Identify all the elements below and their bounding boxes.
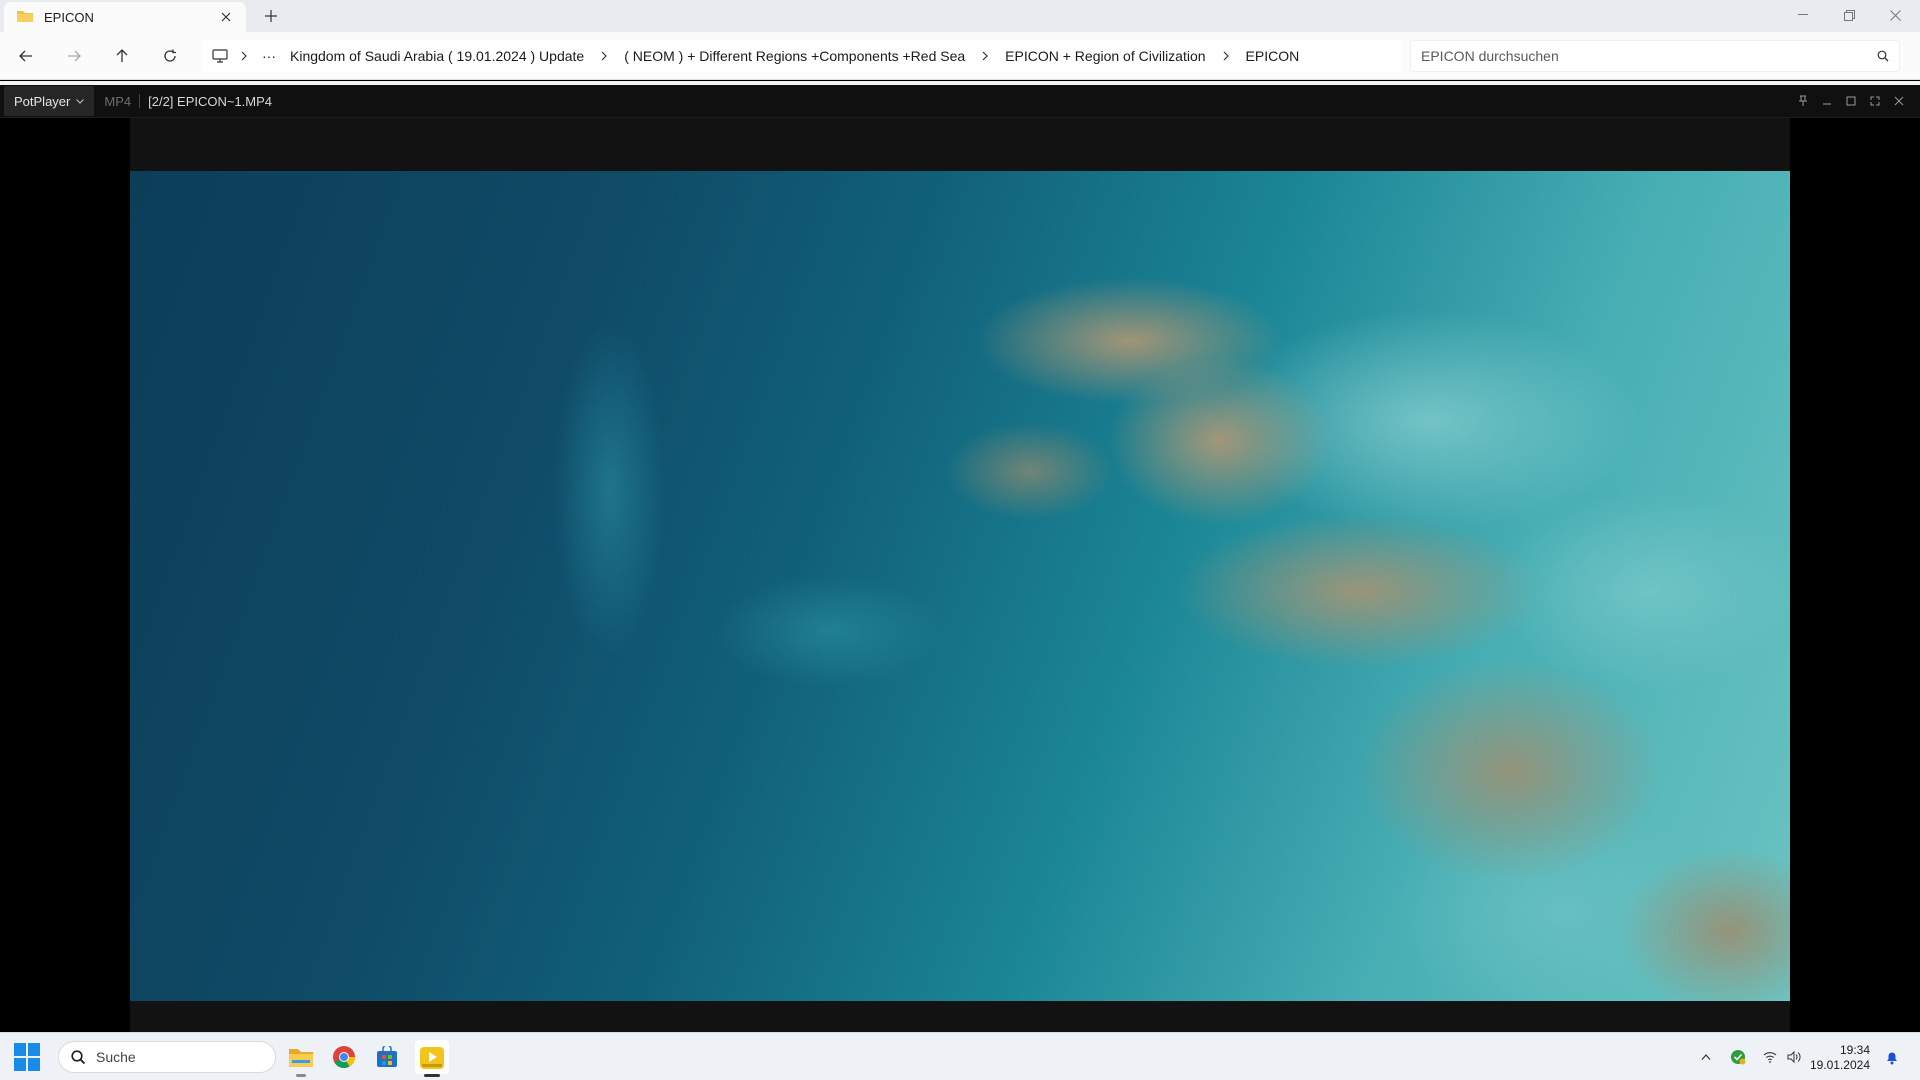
- player-maximize-icon[interactable]: [1840, 91, 1862, 111]
- close-tab-icon[interactable]: [216, 7, 236, 27]
- breadcrumb-overflow[interactable]: ···: [256, 48, 282, 64]
- chevron-right-icon[interactable]: [1214, 51, 1238, 61]
- breadcrumb-item-current[interactable]: EPICON: [1238, 48, 1308, 64]
- search-input[interactable]: [1421, 48, 1877, 64]
- show-hidden-icons-chevron-icon[interactable]: [1694, 1045, 1718, 1069]
- forward-arrow-icon[interactable]: [60, 42, 88, 70]
- start-tile: [28, 1043, 40, 1056]
- explorer-tab-strip: EPICON: [0, 0, 1920, 32]
- search-icon: [71, 1049, 86, 1065]
- running-indicator: [424, 1074, 440, 1077]
- microsoft-store-icon[interactable]: [370, 1040, 404, 1074]
- chrome-icon[interactable]: [327, 1040, 361, 1074]
- taskbar: Suche 19:34 19.01.2024: [0, 1032, 1920, 1080]
- running-indicator: [296, 1074, 306, 1077]
- fullscreen-icon[interactable]: [1864, 91, 1886, 111]
- video-area[interactable]: [130, 118, 1790, 1033]
- start-tile: [14, 1058, 26, 1071]
- title-divider: [139, 94, 141, 108]
- chevron-right-icon[interactable]: [232, 51, 256, 61]
- search-icon[interactable]: [1877, 50, 1889, 62]
- explorer-search-box[interactable]: [1410, 40, 1900, 72]
- potplayer-menu-label: PotPlayer: [14, 93, 71, 109]
- explorer-navigation-bar: ··· Kingdom of Saudi Arabia ( 19.01.2024…: [0, 32, 1920, 80]
- up-arrow-icon[interactable]: [108, 42, 136, 70]
- clock-time: 19:34: [1839, 1043, 1870, 1057]
- chevron-right-icon[interactable]: [592, 51, 616, 61]
- file-format-label: MP4: [104, 93, 132, 109]
- this-pc-icon[interactable]: [212, 49, 232, 63]
- breadcrumb-item[interactable]: EPICON + Region of Civilization: [997, 48, 1213, 64]
- close-window-icon[interactable]: [1872, 0, 1918, 30]
- refresh-icon[interactable]: [156, 42, 184, 70]
- address-bar[interactable]: ··· Kingdom of Saudi Arabia ( 19.01.2024…: [202, 40, 1402, 72]
- restore-icon[interactable]: [1826, 0, 1872, 30]
- tab-title: EPICON: [44, 9, 94, 25]
- explorer-tab[interactable]: EPICON: [4, 2, 246, 32]
- notification-bell-icon[interactable]: [1880, 1045, 1904, 1069]
- breadcrumb-item[interactable]: Kingdom of Saudi Arabia ( 19.01.2024 ) U…: [282, 48, 592, 64]
- back-arrow-icon[interactable]: [12, 42, 40, 70]
- windows-start-icon[interactable]: [14, 1043, 42, 1071]
- potplayer-menu-button[interactable]: PotPlayer: [4, 86, 95, 116]
- player-minimize-icon[interactable]: [1816, 91, 1838, 111]
- breadcrumb-item[interactable]: ( NEOM ) + Different Regions +Components…: [616, 48, 973, 64]
- video-frame-aerial-reef[interactable]: [130, 171, 1790, 1001]
- security-shield-icon[interactable]: [1726, 1045, 1750, 1069]
- taskbar-search-label: Suche: [96, 1049, 136, 1065]
- file-title: [2/2] EPICON~1.MP4: [148, 93, 273, 109]
- folder-icon: [16, 9, 34, 26]
- minimize-icon[interactable]: [1780, 0, 1826, 30]
- chevron-right-icon[interactable]: [973, 51, 997, 61]
- clock-date: 19.01.2024: [1809, 1058, 1870, 1072]
- pin-icon[interactable]: [1792, 91, 1814, 111]
- player-title-bar[interactable]: PotPlayer MP4 [2/2] EPICON~1.MP4: [0, 85, 1920, 118]
- start-tile: [28, 1058, 40, 1071]
- chevron-down-icon: [76, 98, 85, 104]
- start-tile: [14, 1043, 26, 1056]
- potplayer-window: PotPlayer MP4 [2/2] EPICON~1.MP4: [0, 85, 1920, 1033]
- taskbar-search[interactable]: Suche: [58, 1041, 276, 1073]
- wifi-icon[interactable]: [1758, 1045, 1782, 1069]
- taskbar-clock[interactable]: 19:34 19.01.2024: [1800, 1043, 1870, 1073]
- potplayer-taskbar-icon[interactable]: [415, 1040, 449, 1077]
- player-close-icon[interactable]: [1888, 91, 1910, 111]
- file-explorer-icon[interactable]: [284, 1040, 318, 1077]
- new-tab-button[interactable]: [260, 5, 282, 27]
